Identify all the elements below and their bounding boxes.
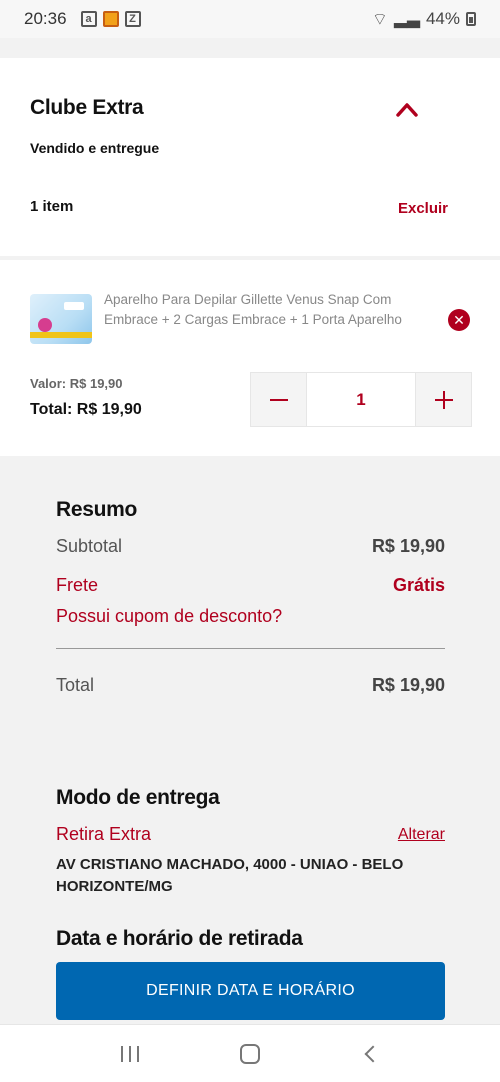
subtotal-row: Subtotal R$ 19,90 xyxy=(56,536,445,557)
shipping-row: Frete Grátis xyxy=(56,575,445,596)
chevron-up-icon[interactable] xyxy=(396,98,418,120)
set-pickup-time-button[interactable]: DEFINIR DATA E HORÁRIO xyxy=(56,962,445,1020)
home-icon xyxy=(240,1043,260,1064)
decrease-quantity-button[interactable] xyxy=(251,373,306,426)
store-subtitle: Vendido e entregue xyxy=(30,140,160,156)
status-bar: 20:36 a Z ⌔ ▂▃ 44% xyxy=(0,0,500,38)
back-icon xyxy=(364,1045,382,1062)
store-title: Clube Extra xyxy=(30,96,144,119)
subtotal-label: Subtotal xyxy=(56,536,123,556)
product-name[interactable]: Aparelho Para Depilar Gillette Venus Sna… xyxy=(104,290,434,330)
food-app-icon xyxy=(102,11,119,27)
delivery-mode: Retira Extra xyxy=(56,824,152,844)
item-total: Total: R$ 19,90 xyxy=(30,401,142,418)
quantity-value[interactable]: 1 xyxy=(306,373,416,426)
summary-title: Resumo xyxy=(56,498,138,521)
pickup-address: AV CRISTIANO MACHADO, 4000 - UNIAO - BEL… xyxy=(56,856,404,895)
plus-icon xyxy=(434,390,453,409)
z-app-icon: Z xyxy=(124,11,141,27)
total-value: R$ 19,90 xyxy=(371,675,445,695)
remove-item-icon[interactable]: ✕ xyxy=(448,309,470,331)
product-image xyxy=(30,294,92,344)
battery-label: 44% xyxy=(425,9,460,28)
quantity-stepper: 1 xyxy=(250,372,472,427)
increase-quantity-button[interactable] xyxy=(416,373,471,426)
minus-icon xyxy=(269,398,288,401)
back-button[interactable] xyxy=(350,1034,390,1074)
product-card: Aparelho Para Depilar Gillette Venus Sna… xyxy=(0,260,500,456)
total-label: Total xyxy=(56,675,95,695)
clock: 20:36 xyxy=(24,9,67,28)
signal-icon: ▂▃ xyxy=(393,9,420,28)
store-card: Clube Extra Vendido e entregue 1 item Ex… xyxy=(0,58,500,256)
shipping-label: Frete xyxy=(56,575,99,595)
delivery-title: Modo de entrega xyxy=(56,786,220,809)
android-nav-bar xyxy=(0,1024,500,1082)
divider xyxy=(56,648,445,649)
unit-value: Valor: R$ 19,90 xyxy=(30,376,123,391)
summary-section: Resumo Subtotal R$ 19,90 Frete Grátis Po… xyxy=(0,456,500,1024)
recents-icon xyxy=(121,1045,139,1062)
coupon-link[interactable]: Possui cupom de desconto? xyxy=(56,606,282,627)
amazon-app-icon: a xyxy=(80,11,97,27)
item-count: 1 item xyxy=(30,198,74,215)
change-delivery-link[interactable]: Alterar xyxy=(398,826,445,844)
shipping-value: Grátis xyxy=(392,575,445,595)
recent-apps-button[interactable] xyxy=(110,1034,150,1074)
wifi-icon: ⌔ xyxy=(371,9,388,29)
battery-icon xyxy=(466,12,476,26)
subtotal-value: R$ 19,90 xyxy=(371,536,445,556)
total-row: Total R$ 19,90 xyxy=(56,675,445,696)
pickup-title: Data e horário de retirada xyxy=(56,927,303,950)
home-button[interactable] xyxy=(230,1034,270,1074)
delete-button[interactable]: Excluir xyxy=(398,200,448,217)
